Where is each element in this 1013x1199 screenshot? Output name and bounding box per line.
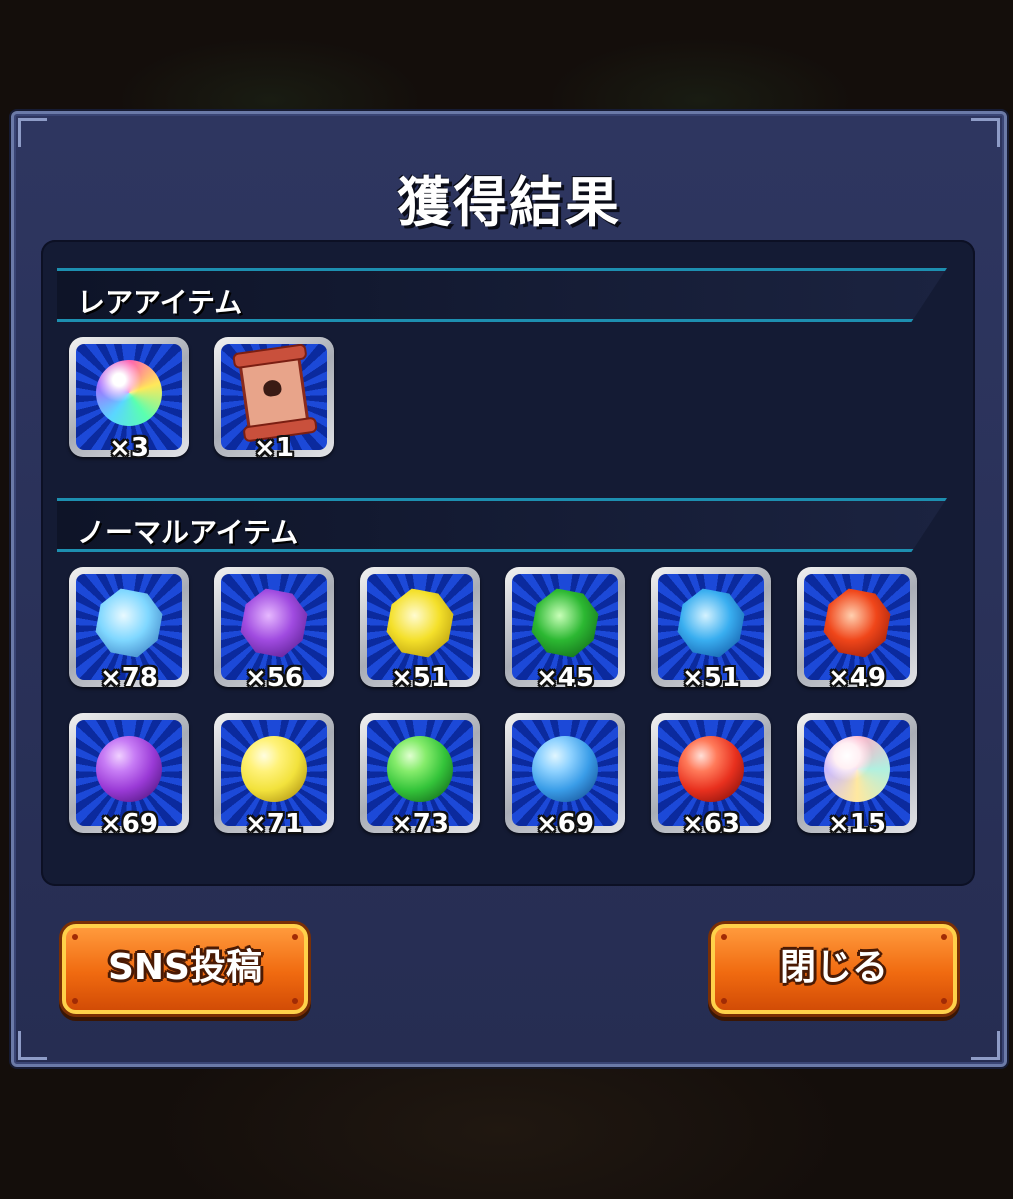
normal-item-dark-crystal[interactable]: ×56: [214, 567, 334, 693]
red-crystal-icon: [821, 586, 894, 660]
rare-items-header: レアアイテム: [57, 268, 947, 322]
button-rivet: [721, 934, 727, 940]
item-quantity: ×49: [828, 663, 886, 693]
normal-item-yellow-orb[interactable]: ×71: [214, 713, 334, 839]
rare-item-scroll[interactable]: ×1: [214, 337, 334, 463]
close-button[interactable]: 閉じる: [711, 924, 957, 1014]
blue-orb-icon: [532, 735, 598, 802]
item-quantity: ×51: [682, 663, 740, 693]
item-quantity: ×15: [828, 809, 886, 839]
yellow-crystal-icon: [384, 586, 457, 660]
normal-item-red-crystal[interactable]: ×49: [797, 567, 917, 693]
blue-crystal-icon: [675, 586, 748, 660]
item-quantity: ×71: [245, 809, 303, 839]
rare-item-rainbow-orb[interactable]: ×3: [69, 337, 189, 463]
normal-item-light-crystal[interactable]: ×78: [69, 567, 189, 693]
button-rivet: [941, 998, 947, 1004]
button-rivet: [72, 934, 78, 940]
item-quantity: ×45: [536, 663, 594, 693]
button-rivet: [292, 934, 298, 940]
item-quantity: ×56: [245, 663, 303, 693]
normal-item-blue-orb[interactable]: ×69: [505, 713, 625, 839]
yellow-orb-icon: [241, 735, 307, 802]
dialog-title: 獲得結果: [397, 171, 621, 234]
close-label: 閉じる: [779, 947, 888, 988]
normal-items-header: ノーマルアイテム: [57, 498, 947, 552]
normal-item-green-crystal[interactable]: ×45: [505, 567, 625, 693]
item-quantity: ×3: [109, 433, 149, 463]
item-quantity: ×69: [100, 809, 158, 839]
normal-items-title: ノーマルアイテム: [77, 516, 299, 549]
button-rivet: [292, 998, 298, 1004]
frame-corner: [971, 118, 1000, 147]
dark-orb-icon: [96, 735, 162, 802]
red-orb-icon: [678, 735, 744, 802]
light-crystal-icon: [93, 586, 166, 660]
normal-item-dark-orb[interactable]: ×69: [69, 713, 189, 839]
normal-item-light-orb[interactable]: ×15: [797, 713, 917, 839]
normal-item-blue-crystal[interactable]: ×51: [651, 567, 771, 693]
button-rivet: [941, 934, 947, 940]
dark-crystal-icon: [238, 586, 311, 660]
results-dialog: 獲得結果 レアアイテム ×3 ×1 ノーマルアイテム ×78 ×56 ×51 ×…: [11, 111, 1007, 1067]
button-rivet: [721, 998, 727, 1004]
frame-corner: [18, 1031, 47, 1060]
rare-items-title: レアアイテム: [77, 286, 243, 319]
skull-mark: [262, 378, 283, 398]
item-quantity: ×63: [682, 809, 740, 839]
sns-post-label: SNS投稿: [108, 947, 262, 988]
rainbow-orb-icon: [96, 359, 162, 426]
light-orb-icon: [824, 735, 890, 802]
frame-corner: [18, 118, 47, 147]
item-quantity: ×78: [100, 663, 158, 693]
green-orb-icon: [387, 735, 453, 802]
button-rivet: [72, 998, 78, 1004]
sns-post-button[interactable]: SNS投稿: [62, 924, 308, 1014]
item-quantity: ×73: [391, 809, 449, 839]
normal-item-yellow-crystal[interactable]: ×51: [360, 567, 480, 693]
frame-corner: [971, 1031, 1000, 1060]
normal-item-red-orb[interactable]: ×63: [651, 713, 771, 839]
normal-item-green-orb[interactable]: ×73: [360, 713, 480, 839]
item-quantity: ×1: [254, 433, 294, 463]
item-quantity: ×51: [391, 663, 449, 693]
green-crystal-icon: [529, 586, 602, 660]
item-quantity: ×69: [536, 809, 594, 839]
results-panel: レアアイテム ×3 ×1 ノーマルアイテム ×78 ×56 ×51 ×45 ×5…: [41, 240, 975, 886]
scroll-icon: [238, 350, 310, 435]
